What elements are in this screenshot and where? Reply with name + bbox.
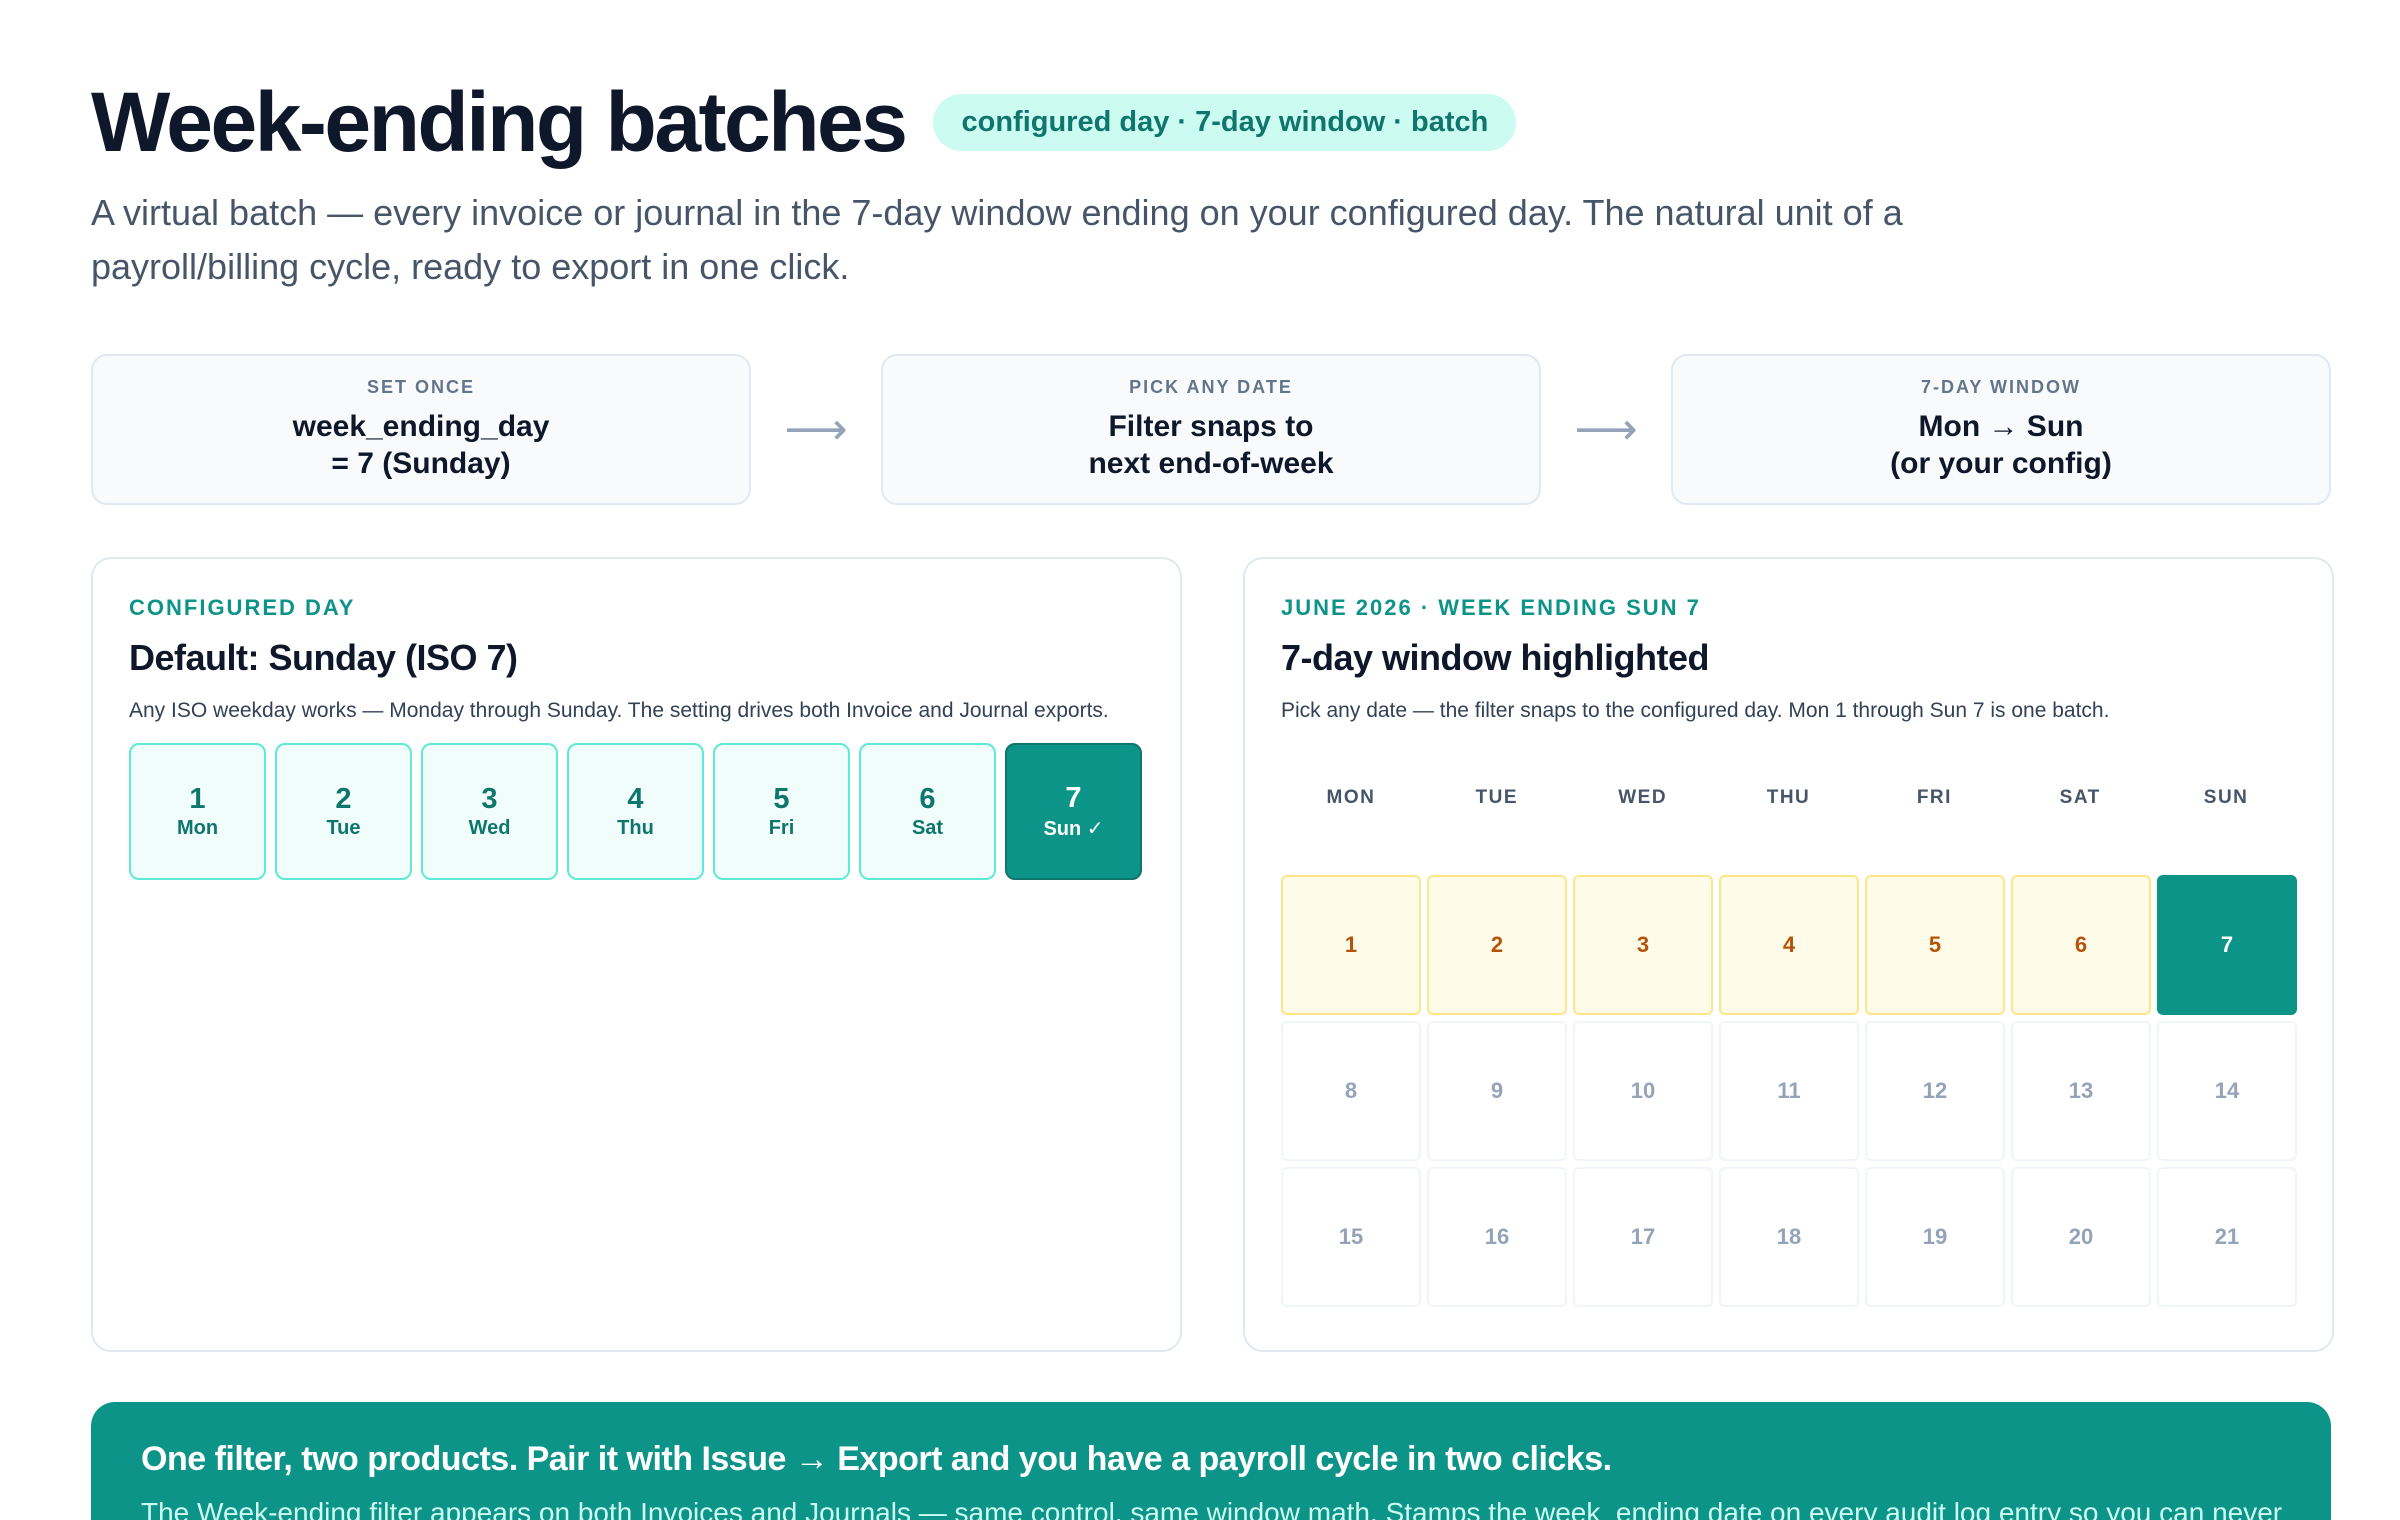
step-kicker: SET ONCE — [366, 377, 475, 397]
calendar-day-18[interactable]: 18 — [1719, 1167, 1859, 1307]
calendar-day-1[interactable]: 1 — [1281, 875, 1421, 1015]
calendar-day-15[interactable]: 15 — [1281, 1167, 1421, 1307]
weekday-label: Sun ✓ — [1043, 818, 1104, 840]
step-line-2: (or your config) — [1890, 447, 2112, 480]
weekday-option-4[interactable]: 4 Thu — [567, 743, 704, 880]
calendar-panel: JUNE 2026 · WEEK ENDING SUN 7 7-day wind… — [1243, 557, 2334, 1352]
weekday-number: 3 — [481, 783, 498, 815]
step-line-1: Filter snaps to — [1108, 410, 1314, 443]
calendar-day-16[interactable]: 16 — [1427, 1167, 1567, 1307]
calendar-day-12[interactable]: 12 — [1865, 1021, 2005, 1161]
calendar-day-14[interactable]: 14 — [2157, 1021, 2297, 1161]
calendar-day-20[interactable]: 20 — [2011, 1167, 2151, 1307]
calendar-day-8[interactable]: 8 — [1281, 1021, 1421, 1161]
weekday-label: Tue — [326, 817, 361, 839]
panel-kicker: JUNE 2026 · WEEK ENDING SUN 7 — [1281, 595, 1701, 620]
weekday-number: 1 — [189, 783, 206, 815]
panel-title: 7-day window highlighted — [1281, 637, 1709, 678]
step-line-1: Mon → Sun — [1918, 410, 2084, 443]
weekday-label: Fri — [768, 817, 795, 839]
weekday-option-6[interactable]: 6 Sat — [859, 743, 996, 880]
panel-description: Pick any date — the filter snaps to the … — [1281, 699, 2110, 722]
calendar-day-2[interactable]: 2 — [1427, 875, 1567, 1015]
step-line-2: next end-of-week — [1088, 447, 1334, 480]
calendar: MON TUE WED THU FRI SAT SUN 1 2 3 4 5 6 7 8 9 10 11 12 13 1… — [1281, 787, 2297, 1307]
page-subtitle: A virtual batch — every invoice or journ… — [91, 192, 1903, 288]
weekday-header: WED — [1618, 787, 1668, 808]
weekday-label: Thu — [617, 817, 654, 839]
page-title: Week-ending batches — [91, 75, 908, 169]
weekday-option-2[interactable]: 2 Tue — [275, 743, 412, 880]
weekday-header: FRI — [1916, 787, 1952, 808]
calendar-day-17[interactable]: 17 — [1573, 1167, 1713, 1307]
steps-flow: SET ONCE week_ending_day = 7 (Sunday) ⟶ … — [91, 354, 2331, 505]
weekday-label: Sat — [911, 817, 944, 839]
calendar-grid: 1 2 3 4 5 6 7 8 9 10 11 12 13 14 15 16 17 18 19 20 21 — [1281, 875, 2297, 1307]
step-kicker: PICK ANY DATE — [1129, 377, 1293, 397]
title-row: Week-ending batches configured day · 7-d… — [91, 78, 2331, 166]
step-line-1: week_ending_day — [292, 410, 550, 443]
calendar-day-19[interactable]: 19 — [1865, 1167, 2005, 1307]
panel-title: Default: Sunday (ISO 7) — [129, 637, 518, 678]
banner-title: One filter, two products. Pair it with I… — [141, 1440, 1612, 1478]
info-banner: One filter, two products. Pair it with I… — [91, 1402, 2331, 1520]
weekday-number: 5 — [773, 783, 790, 815]
configured-day-panel: CONFIGURED DAY Default: Sunday (ISO 7) A… — [91, 557, 1182, 1352]
weekday-header-row: MON TUE WED THU FRI SAT SUN — [1281, 787, 2296, 827]
weekday-option-5[interactable]: 5 Fri — [713, 743, 850, 880]
calendar-day-10[interactable]: 10 — [1573, 1021, 1713, 1161]
weekday-option-1[interactable]: 1 Mon — [129, 743, 266, 880]
weekday-header: SUN — [2203, 787, 2249, 808]
step-window: 7-DAY WINDOW Mon → Sun (or your config) — [1671, 354, 2331, 505]
banner-text: The Week-ending filter appears on both I… — [141, 1497, 2283, 1520]
calendar-day-4[interactable]: 4 — [1719, 875, 1859, 1015]
calendar-day-13[interactable]: 13 — [2011, 1021, 2151, 1161]
arrow-right-icon: ⟶ — [1574, 405, 1638, 454]
step-line-2: = 7 (Sunday) — [331, 447, 511, 480]
weekday-header: SAT — [2059, 787, 2101, 808]
weekday-number: 4 — [627, 783, 644, 815]
calendar-day-11[interactable]: 11 — [1719, 1021, 1859, 1161]
calendar-day-3[interactable]: 3 — [1573, 875, 1713, 1015]
calendar-day-21[interactable]: 21 — [2157, 1167, 2297, 1307]
calendar-day-6[interactable]: 6 — [2011, 875, 2151, 1015]
weekday-number: 2 — [335, 783, 352, 815]
weekday-number: 6 — [919, 783, 936, 815]
arrow-right-icon: ⟶ — [784, 405, 848, 454]
step-set-once: SET ONCE week_ending_day = 7 (Sunday) — [91, 354, 751, 505]
panel-description: Any ISO weekday works — Monday through S… — [129, 699, 1109, 722]
weekday-option-3[interactable]: 3 Wed — [421, 743, 558, 880]
weekday-header: MON — [1326, 787, 1376, 808]
weekday-label: Mon — [176, 817, 219, 839]
calendar-day-7[interactable]: 7 — [2157, 875, 2297, 1015]
feature-pill: configured day · 7-day window · batch — [933, 93, 1517, 151]
weekday-number: 7 — [1065, 782, 1082, 814]
step-pick-date: PICK ANY DATE Filter snaps to next end-o… — [881, 354, 1541, 505]
weekday-picker: 1 Mon 2 Tue 3 Wed 4 Thu 5 Fri 6 Sat 7 Sun ✓ — [129, 743, 1144, 880]
calendar-day-5[interactable]: 5 — [1865, 875, 2005, 1015]
weekday-label: Wed — [468, 817, 511, 839]
page-header: Week-ending batches configured day · 7-d… — [91, 78, 2331, 294]
weekday-option-7[interactable]: 7 Sun ✓ — [1005, 743, 1142, 880]
weekday-header: TUE — [1475, 787, 1519, 808]
calendar-day-9[interactable]: 9 — [1427, 1021, 1567, 1161]
panel-kicker: CONFIGURED DAY — [129, 595, 356, 620]
step-kicker: 7-DAY WINDOW — [1920, 377, 2081, 397]
weekday-header: THU — [1766, 787, 1811, 808]
